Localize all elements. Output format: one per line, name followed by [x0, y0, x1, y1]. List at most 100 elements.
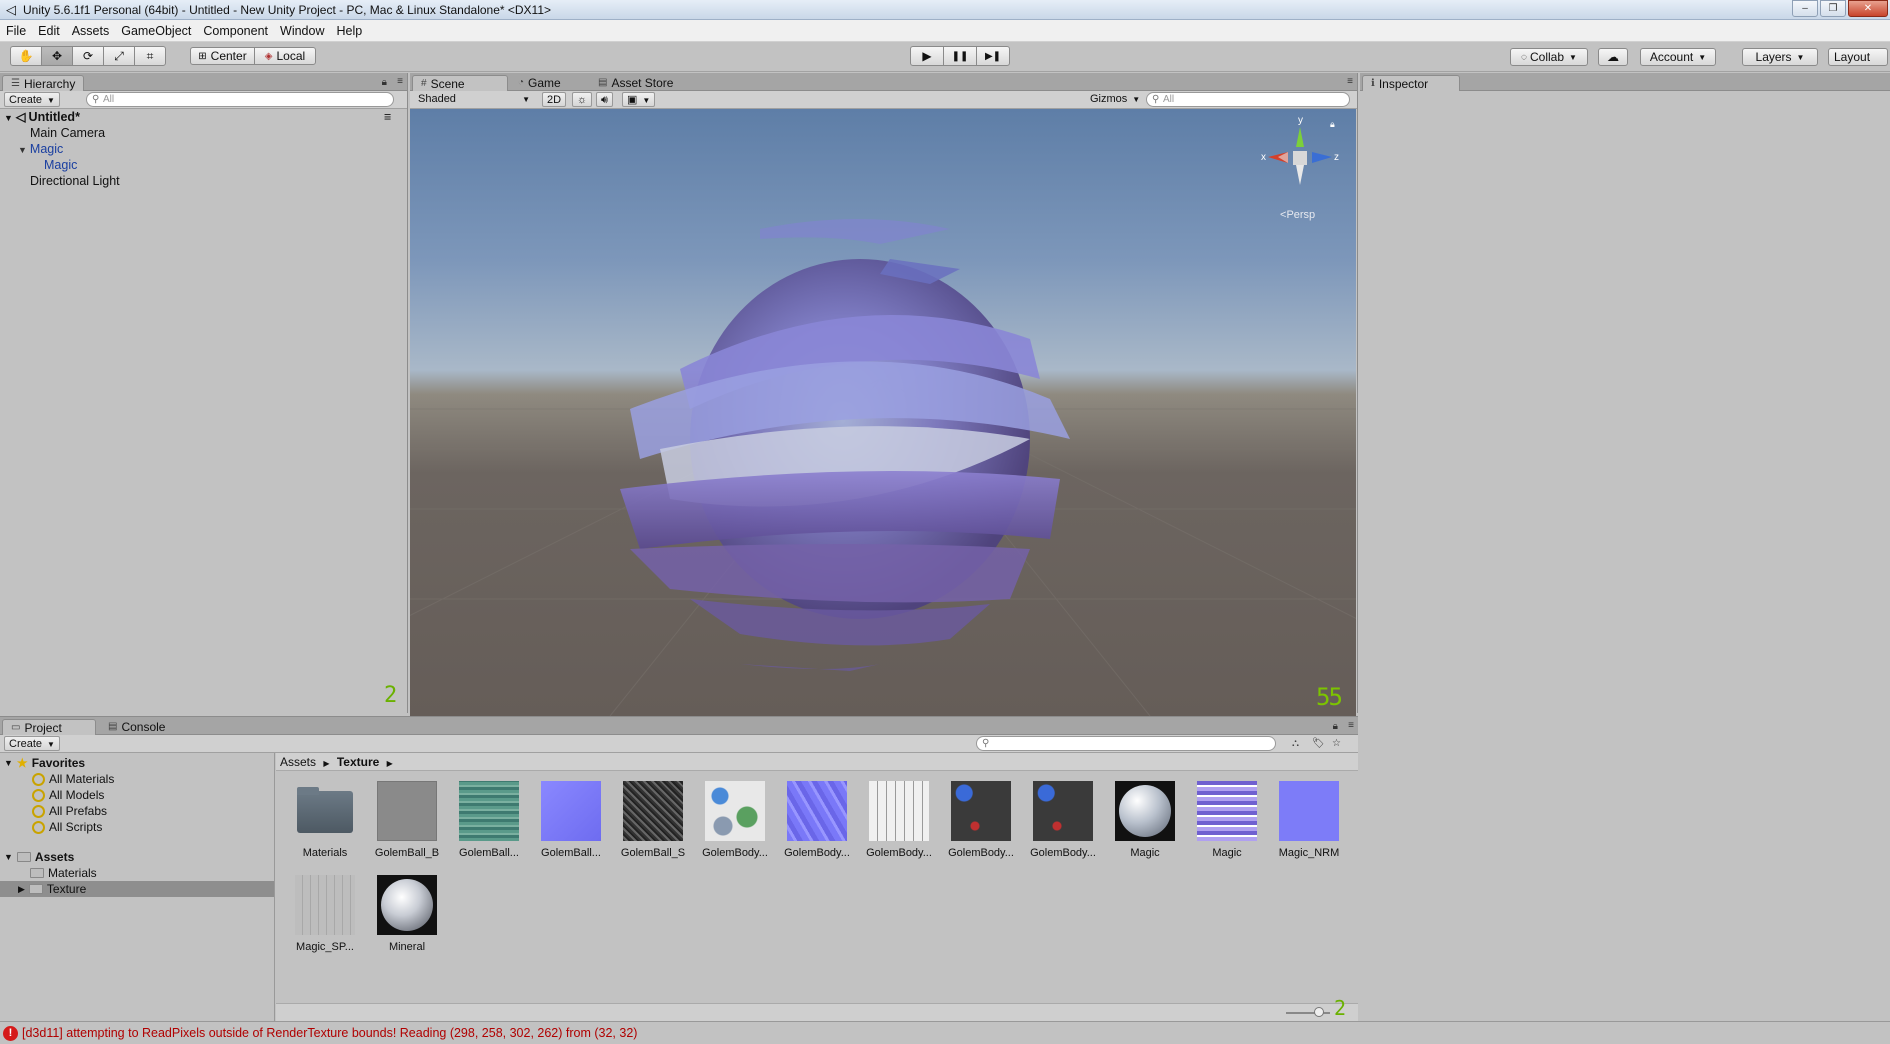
panel-menu-icon[interactable]: ≡: [397, 76, 403, 87]
pivot-space-button[interactable]: ◈ Local: [254, 47, 316, 65]
favorites-header[interactable]: ▼ ★ Favorites: [4, 755, 85, 771]
lock-icon[interactable]: 🔒︎: [1333, 721, 1338, 732]
gizmo-lock-icon[interactable]: 🔒︎: [1330, 119, 1335, 130]
tab-asset-store[interactable]: ▤ Asset Store: [590, 75, 681, 91]
minimize-button[interactable]: –: [1792, 0, 1818, 17]
scale-tool-button[interactable]: ⤢: [103, 46, 135, 66]
panel-menu-icon[interactable]: ≡: [1348, 720, 1354, 731]
play-button[interactable]: ▶: [910, 46, 944, 66]
assets-item-texture[interactable]: ▶ Texture: [0, 881, 274, 897]
pause-button[interactable]: ❚❚: [943, 46, 977, 66]
asset-item[interactable]: GolemBall_S: [618, 781, 688, 859]
asset-item[interactable]: GolemBody...: [864, 781, 934, 859]
tab-console[interactable]: ▤ Console: [100, 719, 173, 735]
scene-search-input[interactable]: All: [1146, 92, 1350, 107]
asset-item[interactable]: Magic_SP...: [290, 875, 360, 953]
tab-scene[interactable]: # Scene: [412, 75, 508, 91]
pivot-center-button[interactable]: ⊞ Center: [190, 47, 255, 65]
expand-arrow-icon[interactable]: ▼: [4, 113, 13, 123]
asset-item[interactable]: GolemBody...: [700, 781, 770, 859]
shading-mode-dropdown[interactable]: Shaded ▼: [414, 92, 534, 107]
hierarchy-search-input[interactable]: All: [86, 92, 394, 107]
status-message[interactable]: [d3d11] attempting to ReadPixels outside…: [22, 1026, 637, 1040]
asset-item[interactable]: GolemBall_B: [372, 781, 442, 859]
asset-item[interactable]: GolemBall...: [454, 781, 524, 859]
collab-button[interactable]: ◌ Collab ▼: [1510, 48, 1588, 66]
scene-root-row[interactable]: ▼ ◁ Untitled* ≡: [4, 109, 391, 125]
status-bar[interactable]: ! [d3d11] attempting to ReadPixels outsi…: [0, 1021, 1890, 1044]
expand-arrow-icon[interactable]: ▼: [18, 145, 27, 155]
menu-edit[interactable]: Edit: [38, 24, 60, 38]
projection-toggle[interactable]: <Persp: [1280, 209, 1315, 221]
move-tool-button[interactable]: ✥: [41, 46, 73, 66]
hierarchy-item-magic[interactable]: ▼ Magic: [18, 141, 63, 157]
gizmos-dropdown[interactable]: Gizmos ▼: [1086, 92, 1144, 107]
breadcrumb-assets[interactable]: Assets: [280, 755, 316, 769]
assets-root[interactable]: ▼ Assets: [4, 849, 74, 865]
filter-type-icon[interactable]: ⛬: [1292, 738, 1299, 749]
filter-label-icon[interactable]: 🏷︎: [1312, 738, 1325, 749]
asset-item[interactable]: Magic: [1192, 781, 1262, 859]
cloud-button[interactable]: ☁: [1598, 48, 1628, 66]
effects-dropdown[interactable]: ▣ ▼: [622, 92, 656, 107]
audio-toggle[interactable]: 🔊︎: [596, 92, 613, 107]
close-button[interactable]: ✕: [1848, 0, 1888, 17]
step-button[interactable]: ▶❚: [976, 46, 1010, 66]
scene-render: [410, 219, 1356, 716]
menu-assets[interactable]: Assets: [72, 24, 110, 38]
lock-icon[interactable]: 🔒︎: [382, 77, 387, 88]
maximize-button[interactable]: ❐: [1820, 0, 1846, 17]
asset-label: GolemBody...: [784, 847, 850, 859]
asset-label: Mineral: [388, 941, 426, 953]
account-dropdown[interactable]: Account ▼: [1640, 48, 1716, 66]
menu-file[interactable]: File: [6, 24, 26, 38]
menu-gameobject[interactable]: GameObject: [121, 24, 191, 38]
favorite-star-icon[interactable]: ☆: [1332, 738, 1341, 749]
menu-component[interactable]: Component: [203, 24, 268, 38]
asset-item[interactable]: GolemBody...: [1028, 781, 1098, 859]
hierarchy-item-main-camera[interactable]: Main Camera: [30, 125, 105, 141]
tab-inspector[interactable]: ℹ Inspector: [1362, 75, 1460, 91]
tab-game[interactable]: ◔ Game: [510, 75, 569, 91]
layers-dropdown[interactable]: Layers ▼: [1742, 48, 1818, 66]
hand-tool-button[interactable]: ✋: [10, 46, 42, 66]
menu-window[interactable]: Window: [280, 24, 324, 38]
rect-tool-button[interactable]: ⌗: [134, 46, 166, 66]
menu-help[interactable]: Help: [336, 24, 362, 38]
lighting-toggle[interactable]: ☼: [572, 92, 593, 107]
asset-item[interactable]: Magic: [1110, 781, 1180, 859]
assets-item-materials[interactable]: Materials: [30, 865, 97, 881]
expand-arrow-icon[interactable]: ▼: [4, 755, 13, 771]
favorite-item-all-materials[interactable]: All Materials: [32, 771, 114, 787]
expand-arrow-icon[interactable]: ▼: [4, 849, 13, 865]
mode-2d-toggle[interactable]: 2D: [542, 92, 567, 107]
asset-item[interactable]: GolemBall...: [536, 781, 606, 859]
project-search-input[interactable]: [976, 736, 1276, 751]
hierarchy-create-button[interactable]: Create ▼: [4, 92, 60, 107]
breadcrumb-texture[interactable]: Texture: [337, 755, 379, 769]
hierarchy-item-label: Magic: [44, 158, 78, 172]
favorite-item-all-scripts[interactable]: All Scripts: [32, 819, 102, 835]
project-tree: ▼ ★ Favorites All Materials All Models All…: [0, 753, 275, 1021]
asset-item[interactable]: Mineral: [372, 875, 442, 953]
hierarchy-item-directional-light[interactable]: Directional Light: [30, 173, 120, 189]
scene-menu-icon[interactable]: ≡: [384, 109, 391, 125]
tree-item-label: Materials: [48, 866, 97, 880]
layout-dropdown[interactable]: Layout: [1828, 48, 1888, 66]
panel-menu-icon[interactable]: ≡: [1347, 76, 1353, 87]
rotate-tool-button[interactable]: ⟳: [72, 46, 104, 66]
favorite-item-all-models[interactable]: All Models: [32, 787, 104, 803]
project-create-button[interactable]: Create ▼: [4, 736, 60, 751]
orientation-gizmo[interactable]: y x z 🔒︎ <Persp: [1260, 115, 1340, 221]
hierarchy-item-magic-child[interactable]: Magic: [44, 157, 77, 173]
asset-item[interactable]: Magic_NRM: [1274, 781, 1344, 859]
asset-item[interactable]: GolemBody...: [782, 781, 852, 859]
asset-item[interactable]: GolemBody...: [946, 781, 1016, 859]
zoom-slider-thumb[interactable]: [1314, 1007, 1324, 1017]
expand-arrow-icon[interactable]: ▶: [18, 881, 25, 897]
tab-project[interactable]: ▭ Project: [2, 719, 96, 735]
tab-hierarchy[interactable]: ☰ Hierarchy: [2, 75, 85, 91]
favorite-item-all-prefabs[interactable]: All Prefabs: [32, 803, 107, 819]
scene-viewport[interactable]: y x z 🔒︎ <Persp 55: [410, 109, 1356, 716]
asset-item[interactable]: Materials: [290, 781, 360, 859]
